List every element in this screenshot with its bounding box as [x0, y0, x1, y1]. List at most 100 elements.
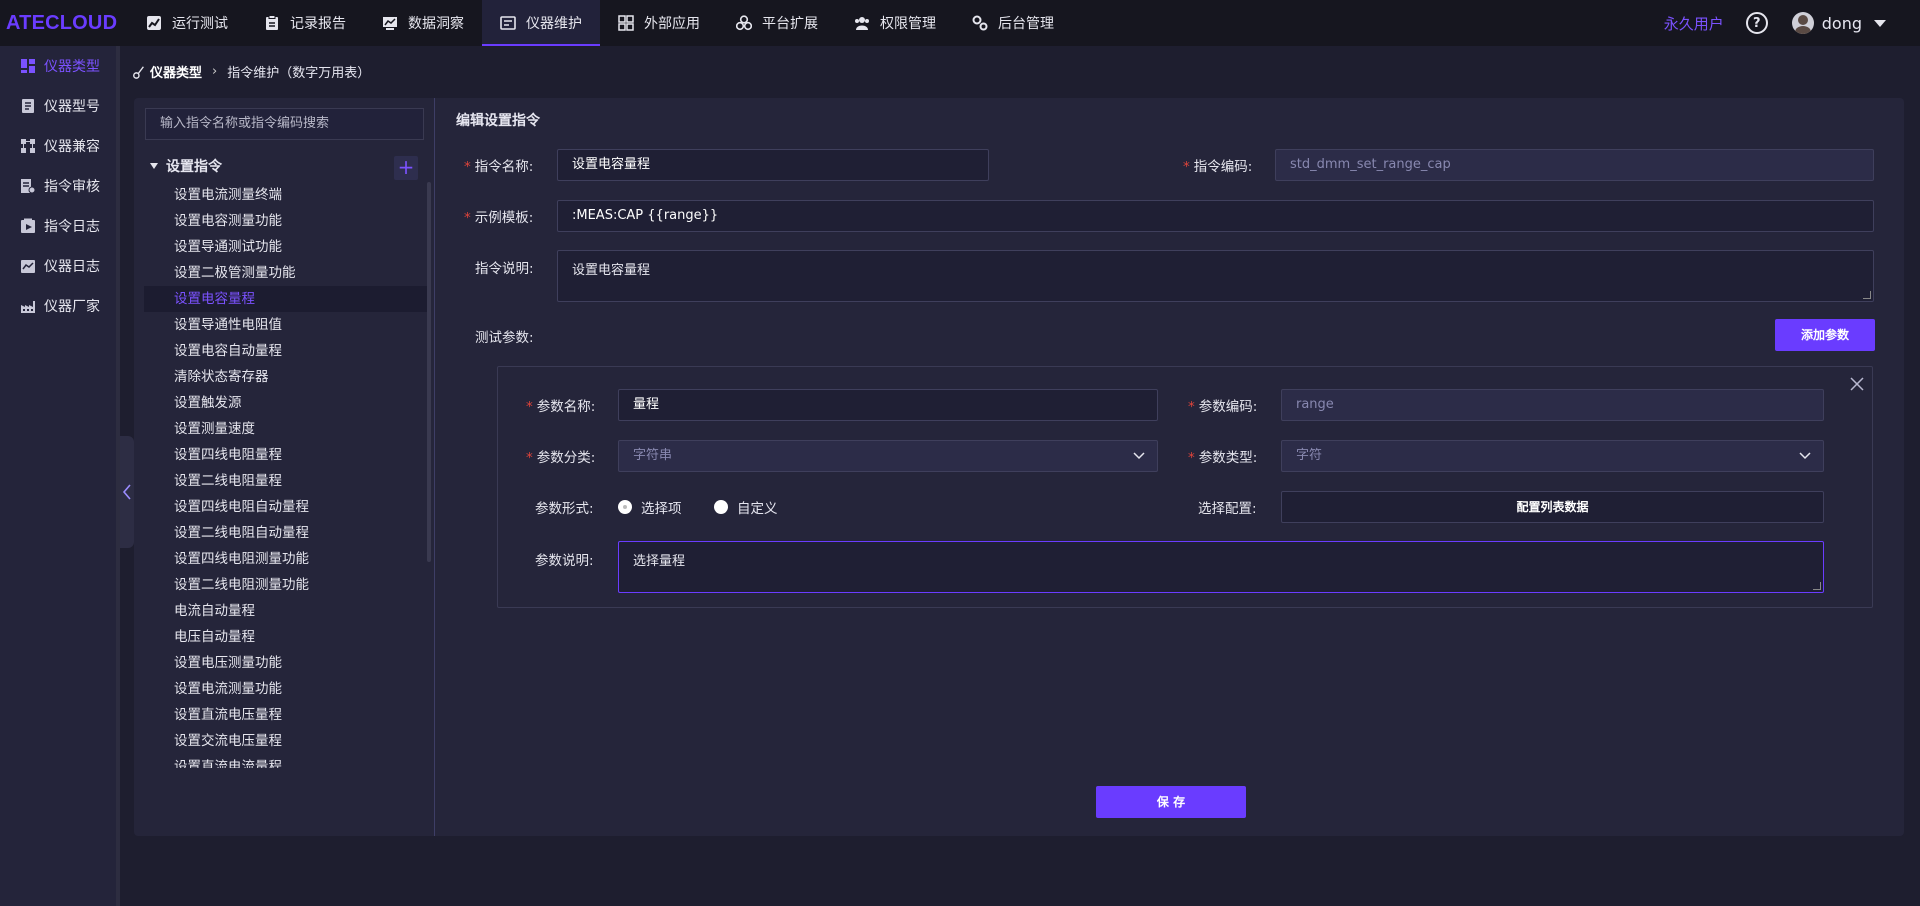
- sidebar-item-instrument-compat[interactable]: 仪器兼容: [0, 126, 116, 166]
- command-tree-pane: 输入指令名称或指令编码搜索 设置指令 + 设置电流测量终端 设置电容测量功能 设置导…: [134, 98, 435, 836]
- tree-item[interactable]: 设置四线电阻自动量程: [144, 494, 428, 520]
- nav-label: 权限管理: [880, 16, 936, 32]
- radio-option-custom[interactable]: 自定义: [714, 497, 778, 517]
- tree-item[interactable]: 设置电容自动量程: [144, 338, 428, 364]
- tree-item[interactable]: 设置直流电压量程: [144, 702, 428, 728]
- tree-item[interactable]: 设置二线电阻测量功能: [144, 572, 428, 598]
- param-type-value: 字符: [1296, 448, 1323, 463]
- sidebar-item-instrument-type[interactable]: 仪器类型: [0, 46, 116, 86]
- tree-item[interactable]: 设置二极管测量功能: [144, 260, 428, 286]
- nav-label: 外部应用: [644, 16, 700, 32]
- command-code-input[interactable]: std_dmm_set_range_cap: [1275, 149, 1874, 181]
- command-name-input[interactable]: 设置电容量程: [557, 149, 989, 181]
- nav-platform-extension[interactable]: 平台扩展: [718, 0, 836, 46]
- param-type-select[interactable]: 字符: [1281, 440, 1824, 472]
- add-command-button[interactable]: +: [394, 156, 418, 180]
- username[interactable]: dong: [1822, 14, 1862, 33]
- radio-option-select[interactable]: 选择项: [618, 497, 682, 517]
- param-code-input[interactable]: range: [1281, 389, 1824, 421]
- sidebar-item-label: 仪器日志: [44, 259, 100, 275]
- nav-label: 运行测试: [172, 16, 228, 32]
- app-logo[interactable]: ATECLOUD: [0, 12, 128, 35]
- required-mark: *: [464, 159, 471, 175]
- sidebar-item-instrument-log[interactable]: 仪器日志: [0, 246, 116, 286]
- command-desc-text: 设置电容量程: [572, 263, 651, 278]
- tree-item[interactable]: 设置电压测量功能: [144, 650, 428, 676]
- sidebar-item-label: 指令审核: [44, 179, 100, 195]
- param-form-label: 参数形式:: [535, 501, 594, 517]
- select-config-label: 选择配置:: [1198, 501, 1257, 517]
- tree-item[interactable]: 设置二线电阻量程: [144, 468, 428, 494]
- test-params-label: 测试参数:: [475, 330, 534, 346]
- collapse-handle[interactable]: [120, 436, 134, 548]
- user-tier[interactable]: 永久用户: [1664, 13, 1724, 34]
- param-category-label: * 参数分类:: [526, 446, 595, 466]
- sidebar-item-command-audit[interactable]: 指令审核: [0, 166, 116, 206]
- monitor-chart-icon: [383, 17, 397, 30]
- param-desc-textarea[interactable]: 选择量程: [618, 541, 1824, 593]
- avatar[interactable]: [1791, 12, 1814, 34]
- chevron-down-icon[interactable]: [1874, 19, 1886, 27]
- param-category-value: 字符串: [633, 448, 673, 463]
- tree-item[interactable]: 清除状态寄存器: [144, 364, 428, 390]
- nav-instrument-maintenance[interactable]: 仪器维护: [482, 0, 600, 46]
- tree-item[interactable]: 设置电容测量功能: [144, 208, 428, 234]
- clipboard-icon: [266, 15, 278, 30]
- save-button[interactable]: 保 存: [1096, 786, 1246, 818]
- nav-external-apps[interactable]: 外部应用: [600, 0, 718, 46]
- nav-label: 仪器维护: [526, 16, 582, 32]
- tree-item[interactable]: 设置导通测试功能: [144, 234, 428, 260]
- resize-handle-icon[interactable]: [1863, 291, 1871, 299]
- required-mark: *: [1188, 399, 1195, 415]
- tree-item[interactable]: 设置四线电阻量程: [144, 442, 428, 468]
- nav-label: 后台管理: [998, 16, 1054, 32]
- tree-item[interactable]: 设置导通性电阻值: [144, 312, 428, 338]
- tree-item[interactable]: 设置二线电阻自动量程: [144, 520, 428, 546]
- tree-item[interactable]: 设置电容量程: [144, 286, 428, 312]
- template-input[interactable]: :MEAS:CAP {{range}}: [557, 200, 1874, 232]
- nav-backend-management[interactable]: 后台管理: [954, 0, 1072, 46]
- tree-group-header[interactable]: 设置指令: [150, 156, 222, 176]
- cubes-icon: [736, 15, 752, 31]
- sidebar-item-instrument-vendor[interactable]: 仪器厂家: [0, 286, 116, 326]
- play-log-icon: [21, 218, 35, 233]
- nav-run-test[interactable]: 运行测试: [128, 0, 246, 46]
- tree-item[interactable]: 设置四线电阻测量功能: [144, 546, 428, 572]
- param-name-input[interactable]: 量程: [618, 389, 1158, 421]
- search-input[interactable]: 输入指令名称或指令编码搜索: [145, 108, 424, 140]
- param-code-label-text: 参数编码:: [1198, 399, 1258, 415]
- tree-item[interactable]: 设置电流测量终端: [144, 182, 428, 208]
- close-icon[interactable]: [1848, 375, 1866, 393]
- nav-record-report[interactable]: 记录报告: [246, 0, 364, 46]
- radio-option-label: 自定义: [737, 501, 778, 517]
- command-name-label-text: 指令名称:: [474, 159, 534, 175]
- help-icon[interactable]: ?: [1745, 12, 1768, 34]
- sidebar-item-instrument-model[interactable]: 仪器型号: [0, 86, 116, 126]
- param-type-label-text: 参数类型:: [1198, 450, 1258, 466]
- add-param-button[interactable]: 添加参数: [1775, 319, 1875, 351]
- breadcrumb-root[interactable]: 仪器类型: [150, 62, 202, 81]
- tree-item[interactable]: 设置触发源: [144, 390, 428, 416]
- tree-item[interactable]: 设置电流测量功能: [144, 676, 428, 702]
- tree-scrollbar[interactable]: [427, 182, 431, 562]
- grid-icon: [618, 15, 634, 31]
- param-type-label: * 参数类型:: [1188, 446, 1257, 466]
- model-icon: [22, 99, 34, 113]
- form-title: 编辑设置指令: [456, 113, 540, 129]
- nav-data-insight[interactable]: 数据洞察: [364, 0, 482, 46]
- chevron-down-icon: [1799, 452, 1811, 460]
- tree-item[interactable]: 设置交流电压量程: [144, 728, 428, 754]
- chart-line-icon: [147, 16, 161, 30]
- command-name-label: * 指令名称:: [464, 155, 533, 175]
- tree-item[interactable]: 电压自动量程: [144, 624, 428, 650]
- config-list-data-button[interactable]: 配置列表数据: [1281, 491, 1824, 523]
- command-desc-label: 指令说明:: [475, 261, 534, 277]
- tree-item[interactable]: 设置测量速度: [144, 416, 428, 442]
- command-desc-textarea[interactable]: 设置电容量程: [557, 250, 1874, 302]
- param-category-select[interactable]: 字符串: [618, 440, 1158, 472]
- tree-item[interactable]: 设置直流电流量程: [144, 754, 428, 768]
- sidebar-item-command-log[interactable]: 指令日志: [0, 206, 116, 246]
- tree-item[interactable]: 电流自动量程: [144, 598, 428, 624]
- resize-handle-icon[interactable]: [1813, 582, 1821, 590]
- nav-permission-management[interactable]: 权限管理: [836, 0, 954, 46]
